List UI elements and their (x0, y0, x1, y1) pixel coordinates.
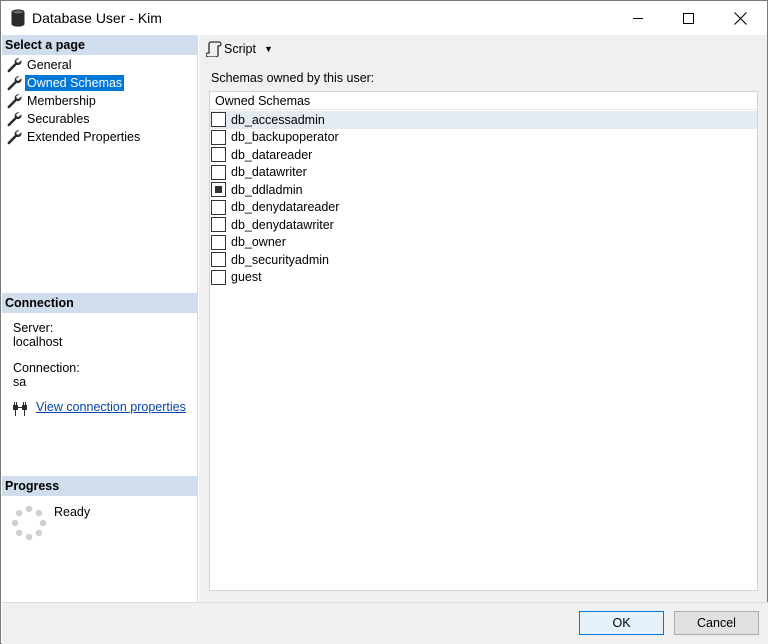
schema-checkbox[interactable] (211, 199, 226, 215)
connection-header: Connection (2, 293, 198, 313)
left-pane: Select a page General Owned Schemas Memb… (2, 35, 198, 602)
wrench-icon (7, 129, 22, 144)
server-value: localhost (13, 335, 63, 349)
schema-row[interactable]: db_denydatareader (210, 199, 757, 217)
schema-name: db_datareader (231, 147, 313, 162)
owned-schemas-list: Owned Schemas db_accessadmin db_backupop… (209, 91, 758, 591)
schema-row[interactable]: db_backupoperator (210, 129, 757, 147)
wrench-icon (7, 57, 22, 72)
schema-row[interactable]: guest (210, 269, 757, 287)
page-item-label: Membership (27, 93, 96, 108)
page-item-label: Extended Properties (27, 129, 141, 144)
main-pane: Script ▼ Schemas owned by this user: Own… (199, 35, 767, 602)
window-title: Database User - Kim (32, 10, 162, 26)
schema-row[interactable]: db_ddladmin (210, 181, 757, 199)
schema-row[interactable]: db_datawriter (210, 164, 757, 182)
schema-checkbox[interactable] (211, 164, 226, 180)
page-item-label: Securables (27, 111, 90, 126)
schema-name: db_securityadmin (231, 252, 329, 267)
progress-spinner-icon (11, 505, 47, 541)
dialog-button-bar: OK Cancel (2, 602, 768, 644)
server-label: Server: (13, 321, 54, 335)
chevron-down-icon: ▼ (263, 43, 273, 54)
view-connection-properties-link[interactable]: View connection properties (36, 400, 186, 414)
script-label: Script (224, 41, 256, 56)
maximize-button[interactable] (665, 1, 711, 35)
schema-row[interactable]: db_accessadmin (210, 111, 757, 129)
schema-name: db_datawriter (231, 165, 307, 180)
database-icon (11, 9, 25, 27)
owned-schemas-column-header[interactable]: Owned Schemas (210, 92, 757, 110)
select-page-header: Select a page (2, 35, 198, 55)
page-item-owned-schemas[interactable]: Owned Schemas (6, 74, 196, 91)
schema-checkbox[interactable] (211, 252, 226, 268)
schema-checkbox[interactable] (211, 112, 226, 128)
schema-checkbox[interactable] (211, 182, 226, 198)
schema-name: guest (231, 270, 262, 285)
script-button[interactable]: Script ▼ (203, 38, 276, 59)
script-icon (206, 41, 222, 57)
wrench-icon (7, 75, 22, 90)
schema-name: db_ddladmin (231, 182, 303, 197)
connection-value: sa (13, 375, 27, 389)
minimize-button[interactable] (615, 1, 661, 35)
schema-name: db_denydatareader (231, 200, 340, 215)
schema-name: db_denydatawriter (231, 217, 334, 232)
schema-checkbox[interactable] (211, 234, 226, 250)
page-item-extended-properties[interactable]: Extended Properties (6, 128, 196, 145)
progress-status: Ready (54, 505, 91, 519)
cancel-button[interactable]: Cancel (674, 611, 759, 635)
schema-name: db_owner (231, 235, 286, 250)
title-bar: Database User - Kim (1, 1, 767, 35)
schema-name: db_accessadmin (231, 112, 325, 127)
page-item-label: General (27, 57, 72, 72)
minimize-icon (633, 17, 643, 19)
plug-icon (13, 402, 27, 416)
toolbar: Script ▼ (199, 35, 767, 62)
wrench-icon (7, 93, 22, 108)
schema-name: db_backupoperator (231, 130, 339, 145)
database-user-dialog: Database User - Kim Select a page Genera… (0, 0, 768, 644)
wrench-icon (7, 111, 22, 126)
schema-checkbox[interactable] (211, 217, 226, 233)
connection-label: Connection: (13, 361, 80, 375)
schema-row[interactable]: db_datareader (210, 146, 757, 164)
page-item-label: Owned Schemas (25, 74, 125, 91)
close-button[interactable] (717, 1, 763, 35)
schema-checkbox[interactable] (211, 147, 226, 163)
schema-row[interactable]: db_denydatawriter (210, 216, 757, 234)
maximize-icon (682, 12, 694, 24)
progress-header: Progress (2, 476, 198, 496)
page-item-general[interactable]: General (6, 56, 196, 73)
schemas-owned-label: Schemas owned by this user: (211, 71, 375, 85)
page-item-membership[interactable]: Membership (6, 92, 196, 109)
schema-checkbox[interactable] (211, 129, 226, 145)
schema-checkbox[interactable] (211, 269, 226, 285)
schema-row[interactable]: db_owner (210, 234, 757, 252)
schema-row[interactable]: db_securityadmin (210, 251, 757, 269)
close-icon (733, 11, 747, 25)
ok-button[interactable]: OK (579, 611, 664, 635)
page-item-securables[interactable]: Securables (6, 110, 196, 127)
